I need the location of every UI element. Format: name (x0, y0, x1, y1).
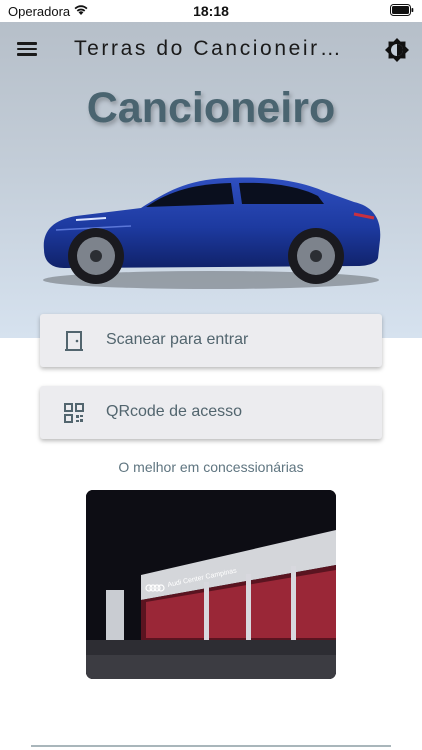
clock: 18:18 (193, 3, 229, 19)
app-bar: Terras do Cancioneir… (0, 22, 422, 78)
tagline: O melhor em concessionárias (118, 459, 304, 475)
qr-code-icon (62, 401, 86, 425)
bottom-divider (31, 745, 391, 747)
hamburger-menu-icon[interactable] (16, 38, 42, 62)
qr-access-button[interactable]: QRcode de acesso (40, 386, 382, 439)
brightness-icon[interactable] (384, 37, 410, 63)
brand-title: Cancioneiro (86, 84, 336, 132)
car-image (36, 162, 386, 294)
status-bar: Operadora 18:18 (0, 0, 422, 22)
qr-button-label: QRcode de acesso (106, 403, 243, 420)
dealership-photo: Audi Center Campinas (86, 490, 336, 679)
door-icon (62, 329, 86, 353)
scan-to-enter-button[interactable]: Scanear para entrar (40, 314, 382, 367)
battery-icon (390, 4, 414, 19)
scan-button-label: Scanear para entrar (106, 331, 249, 348)
app-title: Terras do Cancioneir… (74, 37, 344, 60)
